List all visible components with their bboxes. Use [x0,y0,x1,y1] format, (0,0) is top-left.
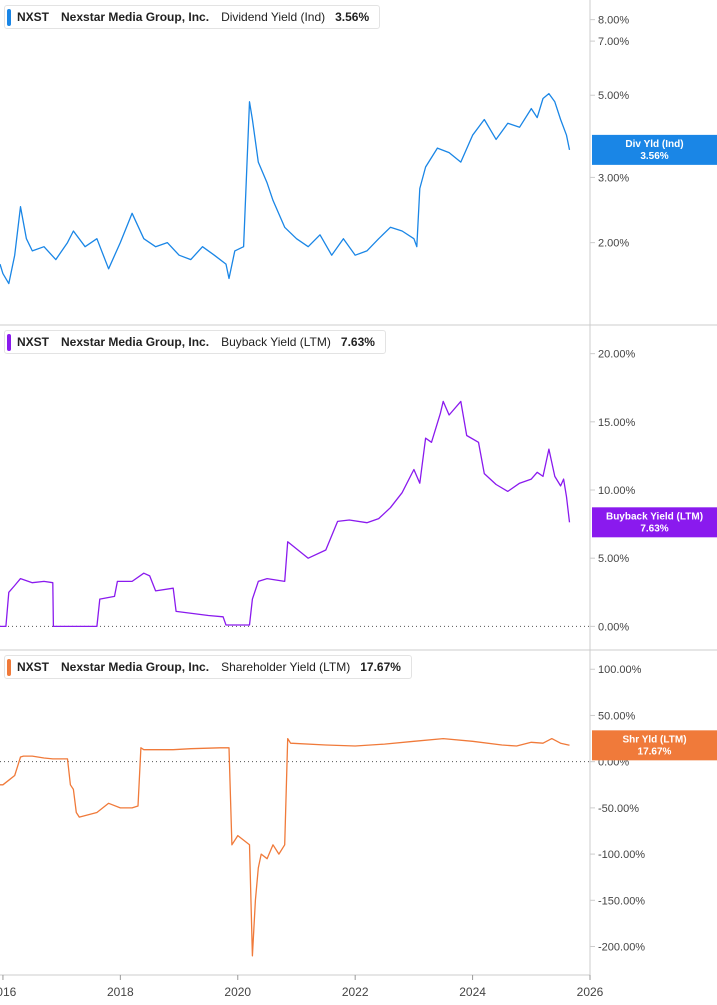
buyback-yield-legend: NXST Nexstar Media Group, Inc. Buyback Y… [4,330,386,354]
chart-panel-shareholder: -200.00%-150.00%-100.00%-50.00%0.00%50.0… [0,649,717,975]
series-line [0,400,571,628]
value-callout-text: 3.56% [640,151,668,162]
value-callout-text: 17.67% [638,746,672,757]
value-callout-text: Div Yld (Ind) [625,139,683,150]
shareholder-yield-legend: NXST Nexstar Media Group, Inc. Sharehold… [4,655,412,679]
legend-value: 17.67% [360,660,401,674]
series-line [0,92,571,285]
y-tick-label: 100.00% [598,664,642,676]
legend-company: Nexstar Media Group, Inc. [61,660,210,674]
value-callout-text: Shr Yld (LTM) [622,734,686,745]
legend-color-swatch [7,8,11,26]
y-tick-label: 20.00% [598,349,636,361]
y-tick-label: -150.00% [598,895,645,907]
legend-color-swatch [7,658,11,676]
y-tick-label: 15.00% [598,417,636,429]
legend-value: 3.56% [335,10,370,24]
y-tick-label: 5.00% [598,90,629,102]
legend-company: Nexstar Media Group, Inc. [61,335,210,349]
x-tick-label: 2016 [0,985,17,999]
legend-company: Nexstar Media Group, Inc. [61,10,210,24]
value-callout-text: 7.63% [640,523,668,534]
y-tick-label: 3.00% [598,172,629,184]
y-tick-label: -200.00% [598,942,645,954]
y-tick-label: -100.00% [598,849,645,861]
yield-chart-stage: 2.00%3.00%5.00%7.00%8.00%Div Yld (Ind)3.… [0,0,717,999]
chart-panel-buyback: 0.00% 5.00% 10.00% 15.00% 20.00% Buyback Yiel… [0,324,717,650]
legend-metric: Buyback Yield (LTM) [221,335,331,349]
dividend-yield-legend: NXST Nexstar Media Group, Inc. Dividend … [4,5,381,29]
legend-ticker: NXST [17,660,50,674]
x-tick-label: 2020 [224,985,251,999]
x-tick-label: 2026 [577,985,604,999]
y-tick-label: 0.00% [598,621,629,633]
legend-value: 7.63% [340,335,375,349]
value-callout-text: Buyback Yield (LTM) [606,511,703,522]
legend-metric: Shareholder Yield (LTM) [221,660,351,674]
y-tick-label: 5.00% [598,553,629,565]
legend-color-swatch [7,333,11,351]
legend-ticker: NXST [17,335,50,349]
y-tick-label: 8.00% [598,15,629,27]
x-tick-label: 2018 [107,985,134,999]
x-axis: 2016 2018 2020 2022 2024 2026 [0,974,604,999]
x-tick-label: 2022 [342,985,369,999]
series-line [0,737,570,957]
legend-ticker: NXST [17,10,50,24]
y-tick-label: 7.00% [598,36,629,48]
chart-panel-dividend: 2.00%3.00%5.00%7.00%8.00%Div Yld (Ind)3.… [0,0,717,325]
y-tick-label: -50.00% [598,803,639,815]
legend-metric: Dividend Yield (Ind) [221,10,326,24]
y-tick-label: 50.00% [598,710,636,722]
y-tick-label: 2.00% [598,238,629,250]
x-tick-label: 2024 [459,985,486,999]
y-tick-label: 10.00% [598,485,636,497]
